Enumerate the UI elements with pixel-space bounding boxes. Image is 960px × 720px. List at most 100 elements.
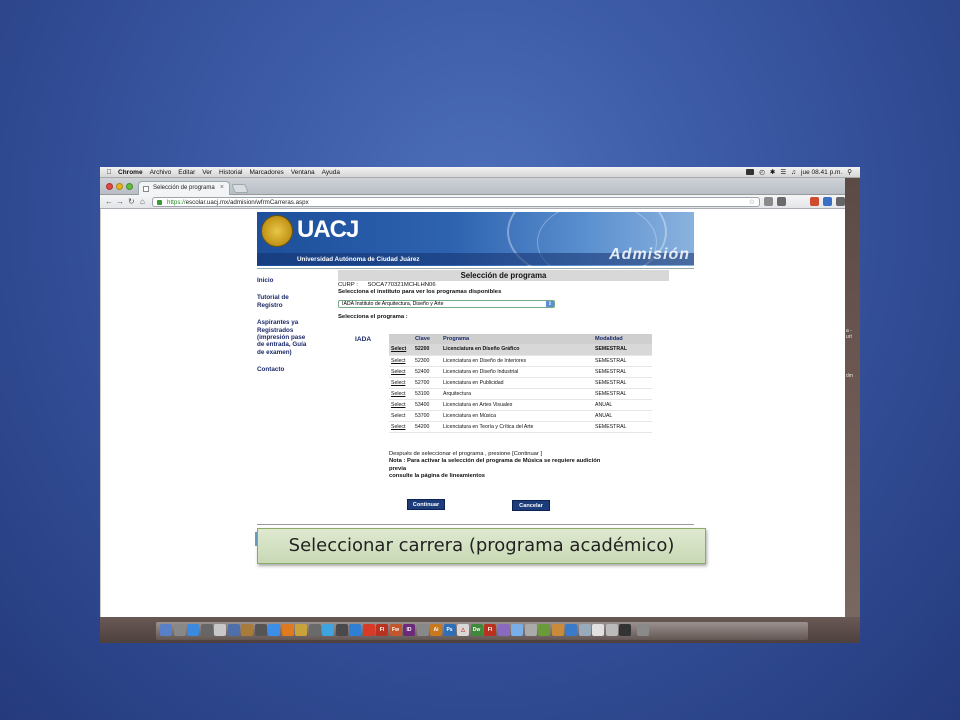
menu-app-chrome[interactable]: Chrome — [118, 169, 143, 176]
app-icon[interactable] — [497, 624, 510, 636]
select-link[interactable]: Select — [389, 377, 413, 389]
table-row[interactable]: Select 53400 Licenciatura en Artes Visua… — [389, 399, 652, 411]
app-icon[interactable] — [551, 624, 564, 636]
select-link[interactable]: Select — [389, 366, 413, 378]
bluetooth-icon[interactable]: ✱ — [770, 168, 775, 176]
dropdown-arrow-icon[interactable]: ⇕ — [546, 301, 554, 307]
table-row[interactable]: Select 52400 Licenciatura en Diseño Indu… — [389, 366, 652, 378]
flash-icon[interactable]: Fl — [376, 624, 388, 636]
app-icon[interactable] — [592, 624, 604, 636]
trash-icon[interactable] — [636, 624, 649, 636]
menu-marcadores[interactable]: Marcadores — [249, 169, 283, 176]
mac-dock: Fl Fw ID Ai Ps △ Dw Fl — [100, 617, 860, 643]
finder-icon[interactable] — [160, 624, 172, 636]
select-link[interactable]: Select — [389, 344, 413, 356]
app-icon[interactable] — [227, 624, 240, 636]
illustrator-icon[interactable]: Ai — [430, 624, 442, 636]
clock-text[interactable]: jue 08.41 p.m. — [801, 169, 842, 176]
table-row[interactable]: Select 53100 Arquitectura SEMESTRAL — [389, 388, 652, 400]
lock-icon — [157, 200, 162, 205]
lineamientos-link[interactable]: consulte la página de lineamientos — [389, 473, 619, 480]
minimize-window-button[interactable] — [116, 183, 123, 190]
terminal-icon[interactable] — [619, 624, 631, 636]
menu-archivo[interactable]: Archivo — [150, 169, 172, 176]
timemachine-icon[interactable]: ◴ — [759, 168, 765, 176]
extension-icon[interactable] — [764, 197, 773, 206]
app-icon[interactable] — [565, 624, 577, 636]
instructions: Después de seleccionar el programa , pre… — [389, 451, 619, 481]
continuar-button[interactable]: Continuar — [407, 499, 445, 510]
app-icon[interactable] — [524, 624, 537, 636]
back-arrow-icon[interactable]: ← — [105, 197, 113, 207]
app-icon[interactable] — [335, 624, 348, 636]
app-icon[interactable] — [308, 624, 321, 636]
app-icon[interactable] — [578, 624, 591, 636]
sidebar-item-aspirantes[interactable]: Aspirantes ya Registrados (impresión pas… — [257, 319, 311, 356]
sidebar-item-tutorial[interactable]: Tutorial de Registro — [257, 294, 299, 309]
new-tab-button[interactable] — [231, 184, 249, 193]
table-row[interactable]: Select 54200 Licenciatura en Teoría y Cr… — [389, 421, 652, 433]
menu-ventana[interactable]: Ventana — [291, 169, 315, 176]
table-row: Select 53700 Licenciatura en Música ANUA… — [389, 410, 652, 422]
cancelar-button[interactable]: Cancelar — [512, 500, 550, 511]
adblock-icon[interactable] — [810, 197, 819, 206]
sidebar-item-inicio[interactable]: Inicio — [257, 277, 327, 284]
app-icon[interactable] — [187, 624, 199, 636]
menu-ver[interactable]: Ver — [202, 169, 212, 176]
sidebar-item-contacto[interactable]: Contacto — [257, 366, 327, 373]
app-icon[interactable] — [538, 624, 550, 636]
app-icon[interactable] — [173, 624, 186, 636]
reload-icon[interactable]: ↻ — [128, 197, 135, 207]
calendar-icon[interactable] — [214, 624, 226, 636]
app-icon[interactable] — [511, 624, 523, 636]
menu-historial[interactable]: Historial — [219, 169, 242, 176]
chrome-toolbar: ← → ↻ ⌂ https://escolar.uacj.mx/admision… — [100, 195, 845, 209]
extension-icon[interactable] — [823, 197, 832, 206]
app-icon[interactable] — [322, 624, 334, 636]
apple-icon[interactable]:  — [100, 169, 118, 176]
browser-tab[interactable]: Selección de programa × — [138, 181, 230, 195]
select-link[interactable]: Select — [389, 421, 413, 433]
spotlight-icon[interactable]: ⚲ — [847, 168, 852, 176]
app-icon[interactable] — [295, 624, 307, 636]
forward-arrow-icon[interactable]: → — [116, 197, 124, 207]
select-link[interactable]: Select — [389, 388, 413, 400]
app-icon[interactable] — [268, 624, 280, 636]
photoshop-icon[interactable]: Ps — [443, 624, 456, 636]
table-row[interactable]: Select 52300 Licenciatura en Diseño de I… — [389, 355, 652, 367]
wifi-icon[interactable]: ☰ — [780, 168, 786, 176]
instituto-select[interactable]: IADA Instituto de Arquitectura, Diseño y… — [338, 300, 555, 308]
table-row[interactable]: Select 52700 Licenciatura en Publicidad … — [389, 377, 652, 389]
address-bar[interactable]: https://escolar.uacj.mx/admision/wfrmCar… — [152, 197, 760, 207]
extension-icons — [764, 197, 845, 206]
instituto-code: IADA — [355, 336, 372, 343]
app-icon[interactable] — [416, 624, 429, 636]
battery-icon[interactable] — [746, 169, 755, 175]
dreamweaver-icon[interactable]: Dw — [470, 624, 483, 636]
select-link[interactable]: Select — [389, 355, 413, 367]
firefox-icon[interactable] — [281, 624, 294, 636]
wrench-icon[interactable] — [836, 197, 845, 206]
app-icon[interactable] — [605, 624, 618, 636]
extension-icon[interactable] — [777, 197, 786, 206]
app-icon[interactable] — [349, 624, 361, 636]
divider — [257, 524, 694, 525]
close-window-button[interactable] — [106, 183, 113, 190]
zoom-window-button[interactable] — [126, 183, 133, 190]
volume-icon[interactable]: ♫ — [791, 169, 796, 176]
acrobat-icon[interactable]: △ — [457, 624, 469, 636]
app-icon[interactable] — [200, 624, 213, 636]
indesign-icon[interactable]: ID — [403, 624, 415, 636]
app-icon[interactable] — [254, 624, 267, 636]
bookmark-star-icon[interactable]: ☆ — [749, 198, 755, 206]
app-icon[interactable] — [241, 624, 253, 636]
table-row[interactable]: Select 52200 Licenciatura en Diseño Gráf… — [389, 344, 652, 356]
menu-ayuda[interactable]: Ayuda — [322, 169, 340, 176]
fireworks-icon[interactable]: Fw — [389, 624, 402, 636]
home-icon[interactable]: ⌂ — [140, 197, 145, 207]
menu-editar[interactable]: Editar — [178, 169, 195, 176]
tab-close-icon[interactable]: × — [220, 184, 224, 191]
chrome-icon[interactable] — [362, 624, 375, 636]
flash-icon[interactable]: Fl — [484, 624, 496, 636]
select-link[interactable]: Select — [389, 399, 413, 411]
